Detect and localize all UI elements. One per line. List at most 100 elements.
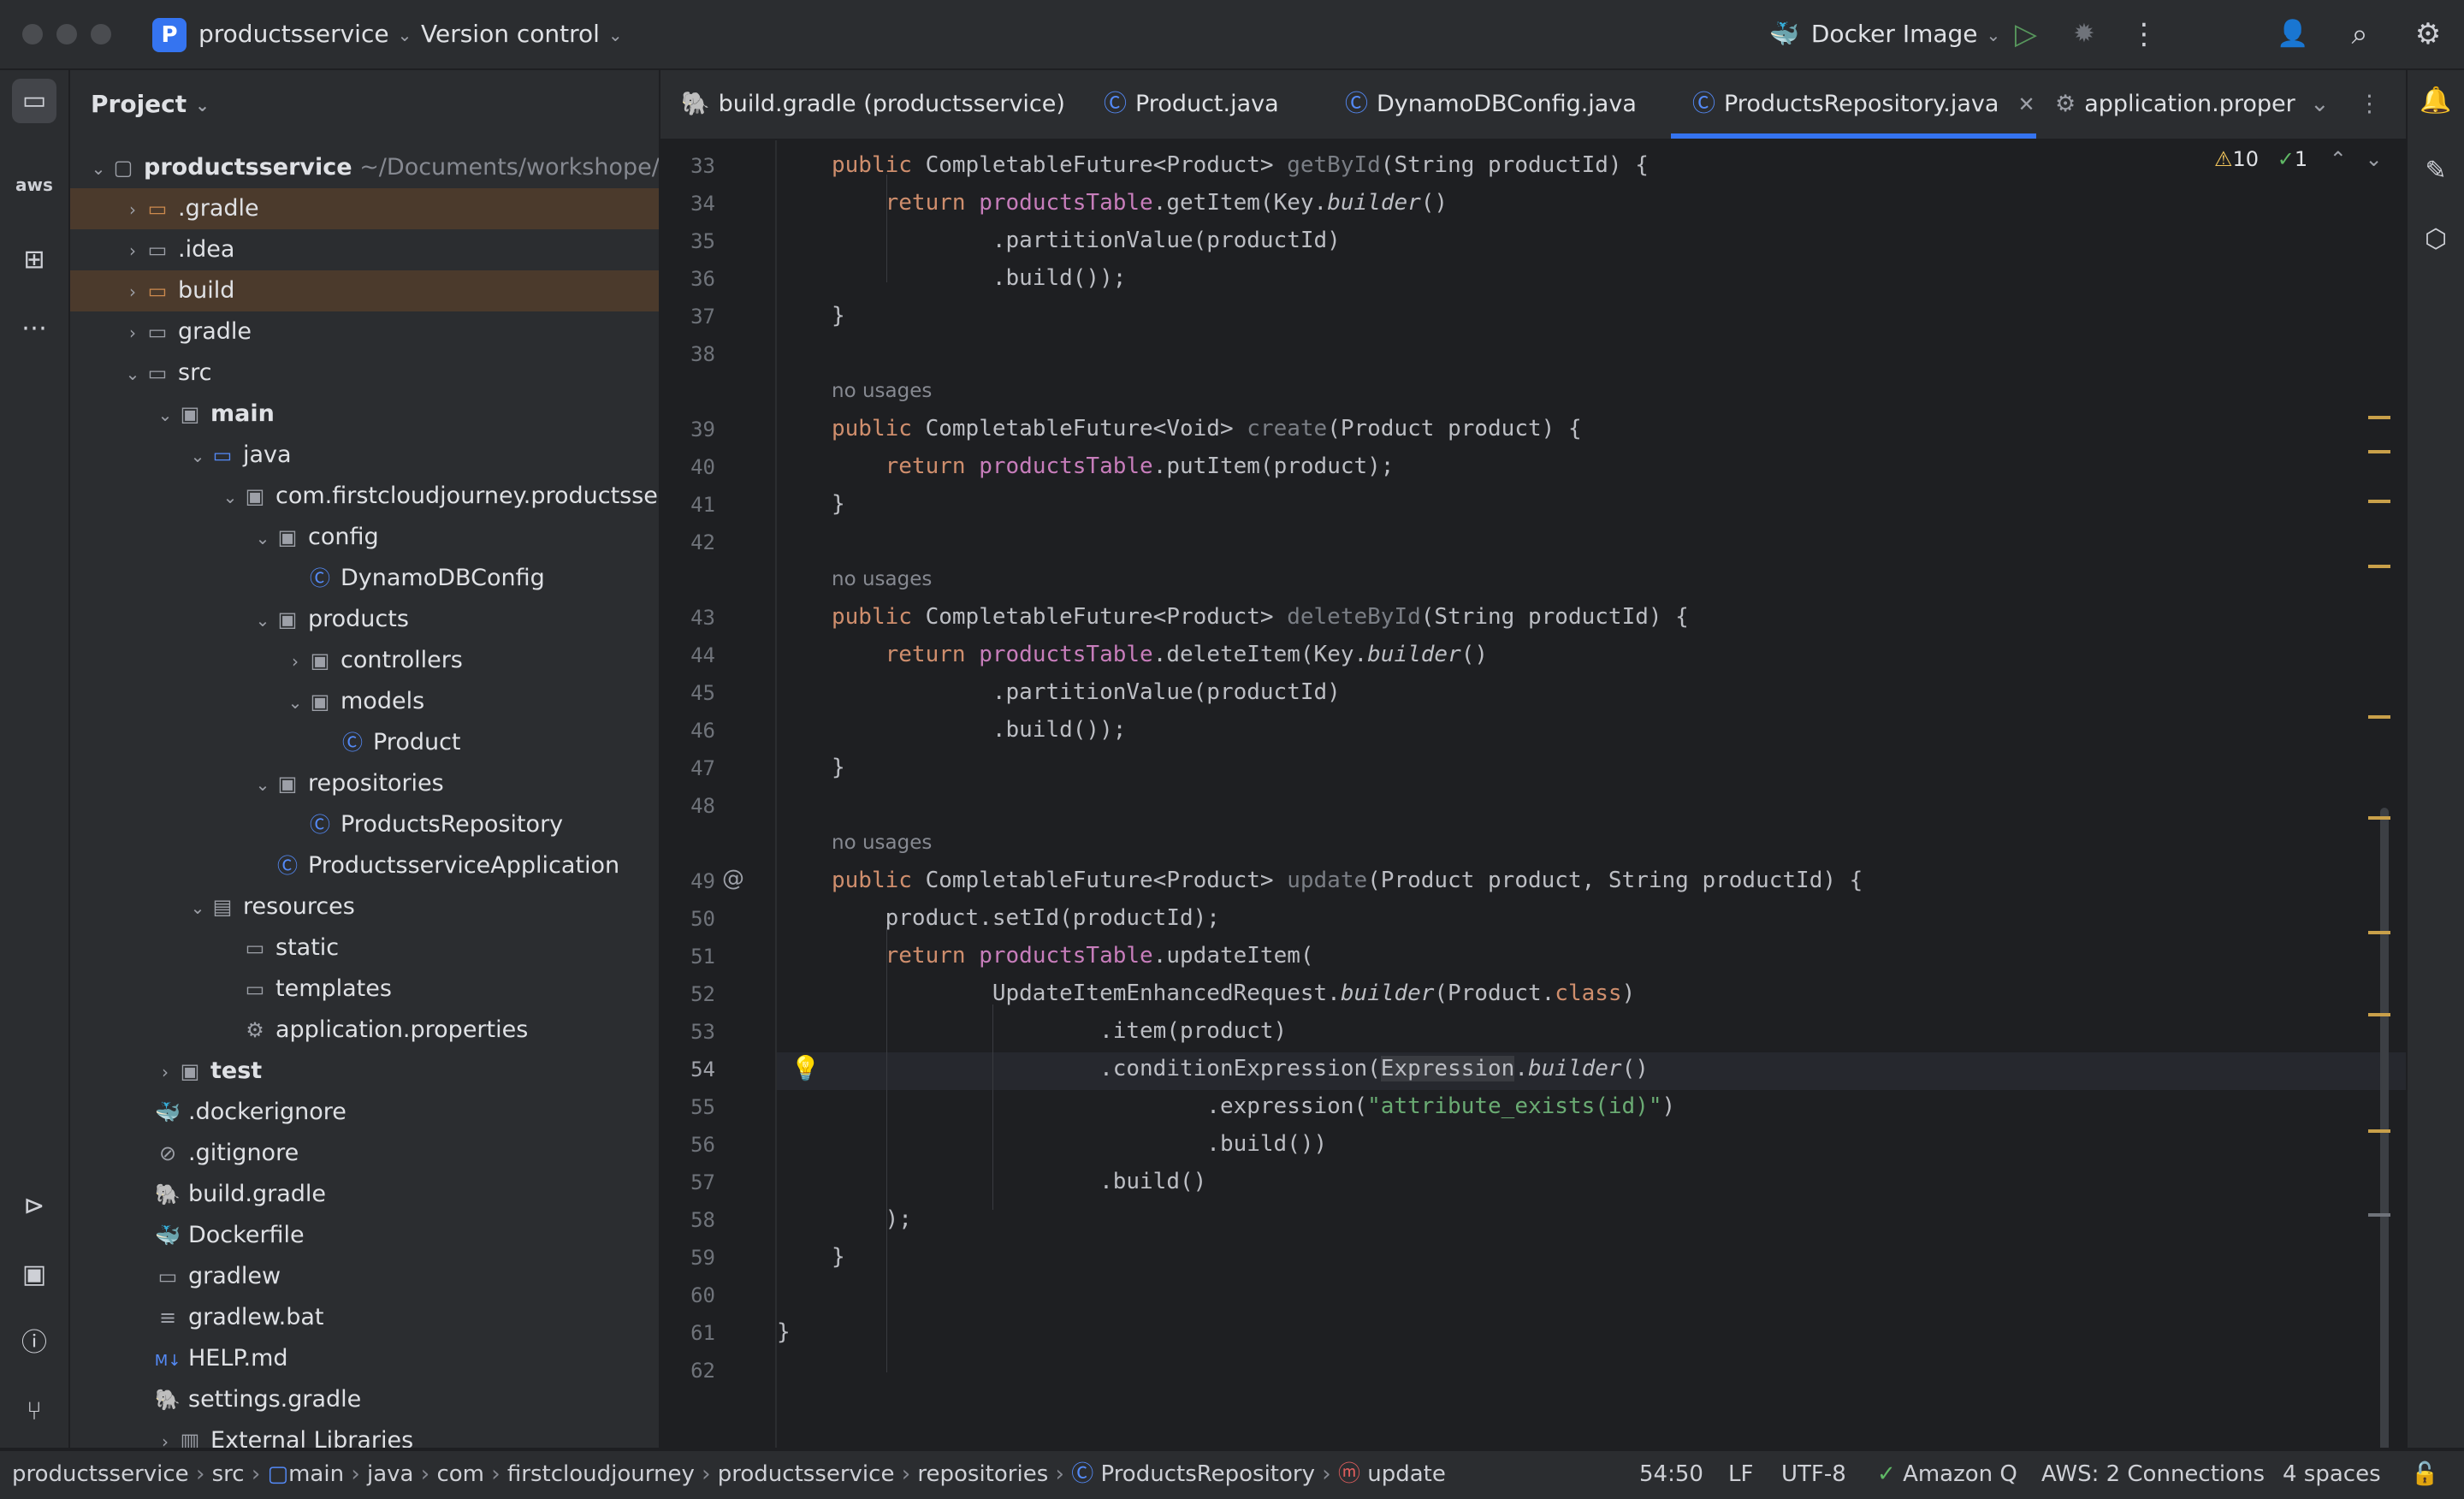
tree-item-products[interactable]: ⌄ ▣ products [70,599,659,640]
warning-stripe[interactable] [2368,416,2390,419]
warning-stripe[interactable] [2368,715,2390,719]
tree-item-gradlew-bat[interactable]: ≡ gradlew.bat [70,1297,659,1338]
run-config-selector[interactable]: 🐳 Docker Image ⌄ [1769,0,2000,68]
amazon-q-icon[interactable]: ⬡ [2414,217,2458,262]
tab-build-gradle[interactable]: 🐘 build.gradle (productsservice) [681,70,1065,139]
tree-item-test[interactable]: › ▣ test [70,1051,659,1092]
breadcrumb-item[interactable]: java [367,1461,413,1487]
tree-item-java[interactable]: ⌄ ▭ java [70,435,659,476]
tree-item-models[interactable]: ⌄ ▣ models [70,681,659,722]
tree-item-application-class[interactable]: Ⓒ ProductsserviceApplication [70,845,659,886]
run-icon[interactable]: ▷ [2007,15,2045,53]
breadcrumb-item[interactable]: com [436,1461,484,1487]
tree-root[interactable]: ⌄ ▢ productsservice ~/Documents/workshope/… [70,147,659,188]
cursor-position[interactable]: 54:50 [1639,1451,1703,1497]
breadcrumb-item[interactable]: src [212,1461,245,1487]
terminal-icon[interactable]: ▣ [12,1253,56,1297]
tree-item-main[interactable]: ⌄ ▣ main [70,394,659,435]
line-separator[interactable]: LF [1728,1451,1753,1497]
tree-item-productsrepository[interactable]: Ⓒ ProductsRepository [70,804,659,845]
search-icon[interactable]: ⌕ [2341,15,2378,53]
breadcrumb-item[interactable]: ProductsRepository [1100,1461,1315,1487]
tree-item-gradlew[interactable]: ▭ gradlew [70,1256,659,1297]
git-icon[interactable]: ⑂ [12,1389,56,1434]
indent-setting[interactable]: 4 spaces [2283,1451,2381,1497]
editor-scrollbar[interactable] [2380,808,2389,1448]
warning-stripe[interactable] [2368,565,2390,568]
warning-stripe[interactable] [2368,1129,2390,1133]
code-editor[interactable]: 33 34 35 36 37 38 39 40 41 42 43 44 45 4… [660,140,2406,1448]
tree-item-dockerignore[interactable]: 🐳 .dockerignore [70,1092,659,1133]
chevron-down-icon[interactable]: ⌄ [2365,147,2382,171]
warning-stripe[interactable] [2368,500,2390,503]
implements-at-icon[interactable]: @ [722,866,744,892]
tab-dynamodbconfig-java[interactable]: Ⓒ DynamoDBConfig.java [1345,70,1637,139]
add-user-icon[interactable]: 👤 [2274,15,2312,53]
version-control-menu[interactable]: Version control ⌄ [421,0,623,68]
file-encoding[interactable]: UTF-8 [1781,1451,1846,1497]
tree-item-help-md[interactable]: M↓ HELP.md [70,1338,659,1379]
tree-item-external-libraries[interactable]: › ▥ External Libraries [70,1420,659,1448]
breadcrumb-item[interactable]: main [288,1461,344,1487]
breadcrumb-item[interactable]: productsservice [12,1461,189,1487]
warning-stripe[interactable] [2368,816,2390,820]
tree-item-build[interactable]: › ▭ build [70,270,659,311]
notifications-bell-icon[interactable]: 🔔 [2414,79,2458,123]
project-switcher[interactable]: Pproductsservice ⌄ [152,0,412,68]
aws-connections[interactable]: AWS: 2 Connections [2041,1451,2265,1497]
tree-item-controllers[interactable]: › ▣ controllers [70,640,659,681]
aws-icon[interactable]: aws [12,163,56,207]
warning-stripe[interactable] [2368,450,2390,453]
tree-item-idea[interactable]: › ▭ .idea [70,229,659,270]
tree-item-dynamodbconfig[interactable]: Ⓒ DynamoDBConfig [70,558,659,599]
window-zoom-button[interactable] [91,24,111,44]
warning-stripe[interactable] [2368,1013,2390,1016]
problems-icon[interactable]: ⓘ [12,1321,56,1366]
debug-icon[interactable]: ✹ [2065,15,2103,53]
tree-item-build-gradle[interactable]: 🐘 build.gradle [70,1174,659,1215]
window-close-button[interactable] [22,24,43,44]
tree-item-resources[interactable]: ⌄ ▤ resources [70,886,659,927]
services-icon[interactable]: ⊳ [12,1184,56,1229]
window-minimize-button[interactable] [56,24,77,44]
settings-gear-icon[interactable]: ⚙ [2409,15,2447,53]
tree-item-package[interactable]: ⌄ ▣ com.firstcloudjourney.productsserv [70,476,659,517]
structure-icon[interactable]: ⊞ [12,238,56,282]
more-actions-icon[interactable]: ⋮ [2125,15,2163,53]
usage-hint[interactable]: no usages [832,832,932,854]
tree-item-application-properties[interactable]: ⚙ application.properties [70,1010,659,1051]
tree-item-gradle[interactable]: › ▭ gradle [70,311,659,353]
amazon-q-status[interactable]: ✓ Amazon Q [1877,1451,2017,1497]
breadcrumb-item[interactable]: update [1367,1461,1446,1487]
tree-item-gitignore[interactable]: ⊘ .gitignore [70,1133,659,1174]
tabs-dropdown-icon[interactable]: ⌄ [2310,70,2330,139]
usage-hint[interactable]: no usages [832,380,932,402]
chevron-up-icon[interactable]: ⌃ [2330,147,2347,171]
more-tools-icon[interactable]: ⋯ [12,306,56,351]
tree-item-templates[interactable]: ▭ templates [70,969,659,1010]
warning-stripe[interactable] [2368,931,2390,934]
usage-hint[interactable]: no usages [832,568,932,590]
tree-item-settings-gradle[interactable]: 🐘 settings.gradle [70,1379,659,1420]
project-panel-header[interactable]: Project ⌄ [70,70,659,139]
tree-item-src[interactable]: ⌄ ▭ src [70,353,659,394]
tree-item-dockerfile[interactable]: 🐳 Dockerfile [70,1215,659,1256]
info-stripe[interactable] [2368,1213,2390,1217]
tree-item-config[interactable]: ⌄ ▣ config [70,517,659,558]
tab-productsrepository-java[interactable]: Ⓒ ProductsRepository.java ✕ [1692,70,2035,139]
breadcrumb-item[interactable]: firstcloudjourney [507,1461,695,1487]
tab-product-java[interactable]: Ⓒ Product.java [1104,70,1279,139]
tree-item-static[interactable]: ▭ static [70,927,659,969]
tab-application-properties[interactable]: ⚙ application.proper [2055,70,2295,139]
tabs-more-icon[interactable]: ⋮ [2358,70,2381,139]
tree-item-product[interactable]: Ⓒ Product [70,722,659,763]
tree-item-repositories[interactable]: ⌄ ▣ repositories [70,763,659,804]
lock-icon[interactable]: 🔓 [2411,1451,2438,1497]
inspection-widget[interactable]: ⚠10 ✓1 ⌃ ⌄ [2214,147,2383,171]
project-folder-icon[interactable]: ▭ [12,79,56,123]
breadcrumb-item[interactable]: productsservice [718,1461,895,1487]
breadcrumb-item[interactable]: repositories [917,1461,1048,1487]
close-tab-icon[interactable]: ✕ [2017,92,2035,116]
tree-item-gradle-hidden[interactable]: › ▭ .gradle [70,188,659,229]
ai-assistant-icon[interactable]: ✎ [2414,149,2458,193]
